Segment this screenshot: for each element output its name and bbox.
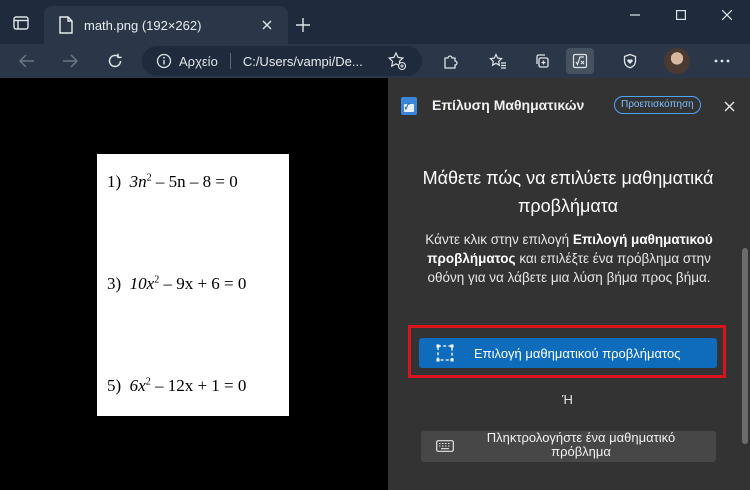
heart-shield-icon — [623, 53, 637, 69]
close-icon — [724, 101, 734, 111]
collections-button[interactable] — [528, 48, 556, 74]
address-divider — [229, 53, 231, 69]
refresh-icon — [108, 53, 122, 68]
arrow-right-icon — [63, 54, 78, 68]
tab-title: math.png (192×262) — [84, 17, 202, 33]
favorites-button[interactable] — [484, 48, 512, 74]
minimize-button[interactable] — [612, 0, 658, 30]
panel-close-button[interactable] — [718, 95, 740, 117]
collections-icon — [536, 54, 549, 68]
selection-icon — [436, 344, 454, 362]
select-button-label: Επιλογή μαθηματικού προβλήματος — [474, 345, 681, 361]
close-icon — [262, 20, 272, 30]
panel-title: Επίλυση Μαθηματικών — [432, 97, 585, 113]
maximize-button[interactable] — [658, 0, 704, 30]
title-bar: math.png (192×262) — [0, 0, 750, 44]
plus-icon — [296, 18, 310, 32]
or-separator: Ή — [562, 392, 573, 407]
scheme-label: Αρχείο — [179, 53, 218, 69]
select-math-problem-button[interactable]: Επιλογή μαθηματικού προβλήματος — [419, 338, 717, 368]
url-text[interactable]: C:/Users/vampi/De... — [243, 54, 379, 69]
toolbar: Αρχείο C:/Users/vampi/De... — [0, 44, 750, 78]
equation-1: 1) 3n2 – 5n – 8 = 0 — [107, 172, 238, 191]
back-button[interactable] — [12, 46, 42, 76]
equation-5: 5) 6x2 – 12x + 1 = 0 — [107, 376, 247, 395]
window-close-button[interactable] — [704, 0, 750, 30]
close-icon — [722, 10, 732, 20]
preview-badge: Προεπισκόπηση — [614, 96, 701, 114]
settings-menu-button[interactable] — [708, 48, 736, 74]
minimize-icon — [630, 14, 640, 16]
browser-essentials-button[interactable] — [616, 48, 644, 74]
puzzle-icon — [444, 55, 458, 69]
math-image: 1) 3n2 – 5n – 8 = 0 3) 10x2 – 9x + 6 = 0… — [97, 154, 289, 416]
profile-avatar[interactable] — [664, 48, 690, 74]
tab-actions-button[interactable] — [8, 10, 34, 36]
math-solver-icon — [572, 53, 588, 69]
address-bar[interactable]: Αρχείο C:/Users/vampi/De... — [142, 46, 422, 76]
math-solver-panel: Επίλυση Μαθηματικών Προεπισκόπηση Μάθετε… — [388, 78, 750, 490]
panel-description: Κάντε κλικ στην επιλογή Επιλογή μαθηματι… — [425, 232, 713, 285]
tab-math-png[interactable]: math.png (192×262) — [44, 6, 288, 44]
extensions-button[interactable] — [436, 48, 464, 74]
file-icon — [59, 16, 73, 34]
forward-button[interactable] — [55, 46, 85, 76]
keyboard-icon — [436, 440, 454, 452]
refresh-button[interactable] — [100, 46, 130, 76]
add-favorite-icon[interactable] — [387, 51, 407, 71]
info-icon[interactable] — [156, 53, 172, 69]
equation-3: 3) 10x2 – 9x + 6 = 0 — [107, 274, 247, 293]
panel-heading: Μάθετε πώς να επιλύετε μαθηματικά προβλή… — [422, 168, 714, 216]
math-solver-logo-icon — [401, 97, 417, 115]
panel-header: Επίλυση Μαθηματικών Προεπισκόπηση — [388, 78, 750, 134]
more-icon — [714, 59, 730, 63]
favorites-icon — [489, 53, 506, 69]
type-button-label: Πληκτρολογήστε ένα μαθηματικό πρόβλημα — [486, 430, 676, 459]
maximize-icon — [676, 10, 686, 20]
math-solver-button[interactable] — [566, 48, 594, 74]
arrow-left-icon — [19, 54, 34, 68]
type-math-problem-button[interactable]: Πληκτρολογήστε ένα μαθηματικό πρόβλημα — [421, 431, 716, 462]
tab-close-button[interactable] — [256, 14, 278, 36]
tab-actions-icon — [13, 16, 29, 30]
new-tab-button[interactable] — [290, 12, 316, 38]
panel-scrollbar-thumb[interactable] — [742, 248, 748, 444]
page-content: 1) 3n2 – 5n – 8 = 0 3) 10x2 – 9x + 6 = 0… — [0, 78, 388, 490]
